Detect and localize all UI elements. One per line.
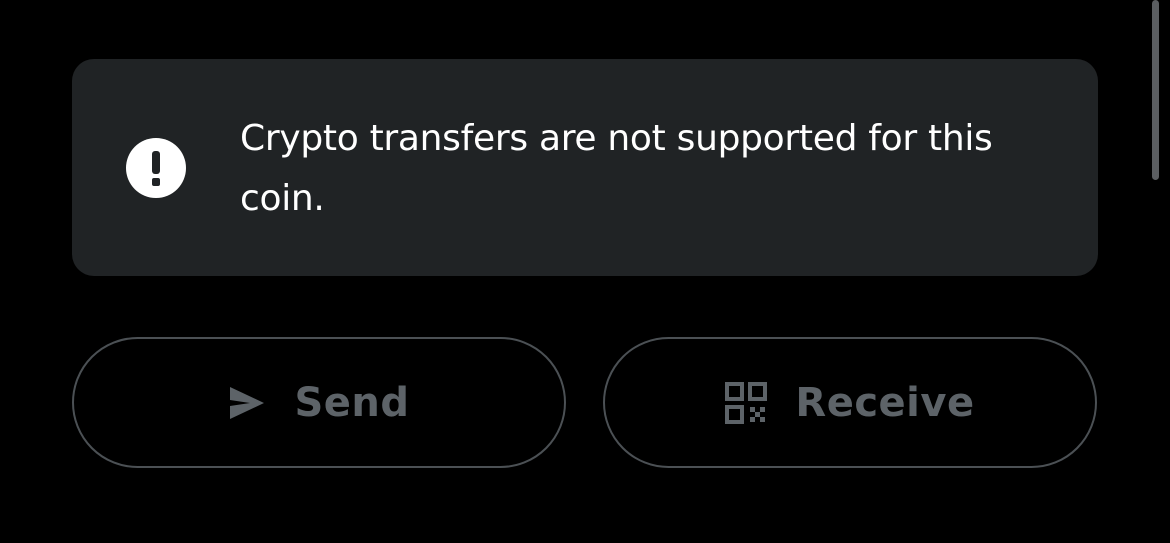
exclamation-circle-icon [126, 138, 186, 198]
send-button-label: Send [294, 379, 410, 426]
send-arrow-icon [228, 385, 266, 421]
receive-button-label: Receive [795, 379, 975, 426]
transfer-panel: Crypto transfers are not supported for t… [0, 0, 1170, 543]
qr-code-icon [725, 381, 768, 424]
receive-button[interactable]: Receive [603, 337, 1097, 468]
scrollbar[interactable] [1152, 0, 1159, 180]
notice-message: Crypto transfers are not supported for t… [240, 118, 993, 219]
send-button[interactable]: Send [72, 337, 566, 468]
unsupported-transfer-notice: Crypto transfers are not supported for t… [72, 59, 1098, 276]
